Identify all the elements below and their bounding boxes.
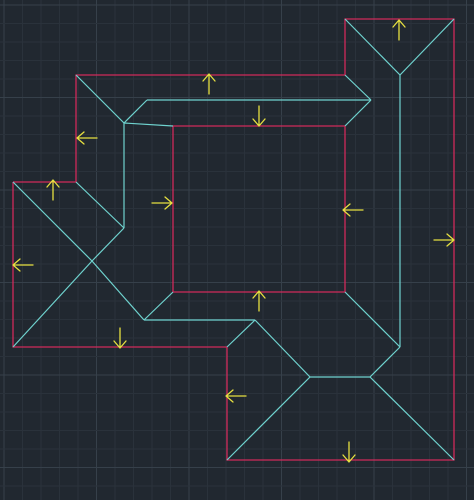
hip-line [344, 18, 401, 76]
slope-arrow-icon [225, 389, 247, 403]
hip-line [369, 376, 455, 461]
hip-line [344, 99, 372, 127]
hip-line [143, 291, 174, 321]
hip-line [226, 376, 311, 461]
hip-line [123, 122, 174, 127]
hip-line [123, 99, 148, 124]
hip-line [12, 260, 93, 348]
slope-direction-arrows [12, 19, 455, 463]
slope-arrow-icon [433, 233, 455, 247]
slope-arrow-icon [76, 131, 98, 145]
hip-line [226, 319, 256, 348]
slope-arrow-icon [151, 196, 173, 210]
slope-arrow-icon [202, 73, 216, 95]
cad-viewport[interactable] [0, 0, 474, 500]
hip-line [91, 260, 145, 321]
slope-arrow-icon [342, 203, 364, 217]
hip-line [75, 181, 125, 229]
hip-line [399, 18, 455, 76]
slope-arrow-icon [342, 441, 356, 463]
